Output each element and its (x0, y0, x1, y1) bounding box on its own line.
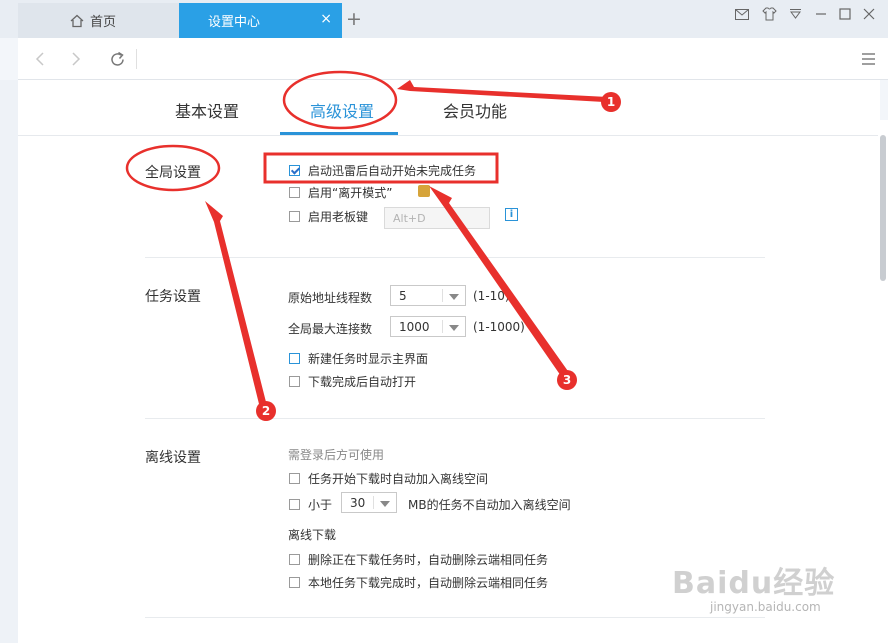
refresh-icon[interactable] (107, 49, 127, 69)
option-label: 启用老板键 (308, 210, 369, 224)
checkbox[interactable] (289, 499, 300, 510)
tab-home-label: 首页 (90, 15, 117, 30)
option-label: 启用“离开模式” (308, 186, 393, 200)
thread-count-label: 原始地址线程数 (288, 291, 373, 305)
tab-settings-label: 设置中心 (208, 15, 261, 30)
login-required-hint: 需登录后方可使用 (288, 448, 385, 462)
select-separator (442, 289, 443, 302)
select-value: 1000 (399, 319, 430, 334)
tab-close-icon[interactable]: × (320, 11, 332, 27)
option-label: 删除正在下载任务时，自动删除云端相同任务 (308, 553, 549, 567)
active-tab-underline (280, 132, 398, 135)
max-connections-range: (1-1000) (473, 320, 525, 334)
back-icon[interactable] (30, 49, 50, 69)
option-label: 任务开始下载时自动加入离线空间 (308, 472, 489, 486)
select-value: 30 (350, 495, 366, 510)
select-separator (373, 496, 374, 509)
close-icon[interactable] (860, 5, 878, 23)
tab-member-features[interactable]: 会员功能 (443, 98, 507, 122)
option-size-threshold[interactable]: 小于 (289, 496, 332, 513)
settings-tabs: 基本设置 高级设置 会员功能 (18, 80, 880, 136)
mail-icon[interactable] (733, 5, 751, 23)
select-separator (442, 320, 443, 333)
option-boss-key[interactable]: 启用老板键 (289, 208, 368, 225)
tab-home[interactable]: 首页 (18, 3, 179, 38)
chevron-down-icon (380, 501, 390, 507)
checkbox[interactable] (289, 353, 300, 364)
checkbox[interactable] (289, 554, 300, 565)
size-threshold-suffix: MB的任务不自动加入离线空间 (408, 498, 571, 512)
max-connections-label: 全局最大连接数 (288, 322, 373, 336)
option-label: 下载完成后自动打开 (308, 375, 417, 389)
offline-settings-title: 离线设置 (145, 450, 201, 466)
vip-crown-icon (418, 185, 430, 197)
thread-count-range: (1-10) (473, 289, 510, 303)
section-divider (145, 418, 765, 419)
option-delete-cloud-on-finish[interactable]: 本地任务下载完成时，自动删除云端相同任务 (289, 574, 548, 591)
home-icon (70, 14, 84, 27)
forward-icon[interactable] (66, 49, 86, 69)
hamburger-menu-icon[interactable] (858, 49, 878, 69)
minimize-icon[interactable] (812, 5, 830, 23)
option-label: 启动迅雷后自动开始未完成任务 (308, 164, 477, 178)
chevron-down-icon (449, 294, 459, 300)
new-tab-button[interactable]: + (346, 9, 362, 29)
offline-download-subtitle: 离线下载 (288, 528, 337, 542)
option-delete-cloud-on-delete[interactable]: 删除正在下载任务时，自动删除云端相同任务 (289, 551, 548, 568)
section-divider (145, 257, 765, 258)
checkbox[interactable] (289, 187, 300, 198)
global-settings-title: 全局设置 (145, 165, 201, 181)
tab-advanced-settings[interactable]: 高级设置 (310, 98, 374, 122)
skin-icon[interactable] (760, 5, 778, 23)
size-threshold-select[interactable]: 30 (341, 492, 397, 513)
section-divider (145, 617, 765, 618)
maximize-icon[interactable] (836, 5, 854, 23)
option-auto-add-offline[interactable]: 任务开始下载时自动加入离线空间 (289, 470, 488, 487)
navigation-bar (18, 38, 888, 80)
checkbox[interactable] (289, 165, 300, 176)
option-open-after-download[interactable]: 下载完成后自动打开 (289, 373, 416, 390)
option-show-main-on-new-task[interactable]: 新建任务时显示主界面 (289, 350, 428, 367)
watermark-brand: Baidu经验 (672, 566, 836, 601)
scrollbar-thumb[interactable] (880, 135, 886, 281)
tab-settings-center[interactable]: 设置中心 × (179, 3, 342, 38)
thread-count-select[interactable]: 5 (390, 285, 466, 306)
tab-strip: 首页 设置中心 × + (0, 0, 888, 38)
option-label: 新建任务时显示主界面 (308, 352, 429, 366)
menu-dropdown-icon[interactable] (786, 5, 804, 23)
watermark-url: jingyan.baidu.com (710, 600, 821, 614)
checkbox[interactable] (289, 577, 300, 588)
checkbox[interactable] (289, 473, 300, 484)
boss-key-hotkey-input[interactable]: Alt+D (384, 207, 490, 229)
option-label: 小于 (308, 498, 333, 512)
nav-separator (136, 49, 137, 69)
left-gutter (0, 80, 18, 643)
option-away-mode[interactable]: 启用“离开模式” (289, 184, 392, 201)
task-settings-title: 任务设置 (145, 289, 201, 305)
checkbox[interactable] (289, 211, 300, 222)
tab-basic-settings[interactable]: 基本设置 (175, 98, 239, 122)
select-value: 5 (399, 288, 407, 303)
chevron-down-icon (449, 325, 459, 331)
info-icon[interactable]: i (505, 208, 518, 221)
checkbox[interactable] (289, 376, 300, 387)
option-auto-start-unfinished[interactable]: 启动迅雷后自动开始未完成任务 (289, 162, 476, 179)
option-label: 本地任务下载完成时，自动删除云端相同任务 (308, 576, 549, 590)
max-connections-select[interactable]: 1000 (390, 316, 466, 337)
